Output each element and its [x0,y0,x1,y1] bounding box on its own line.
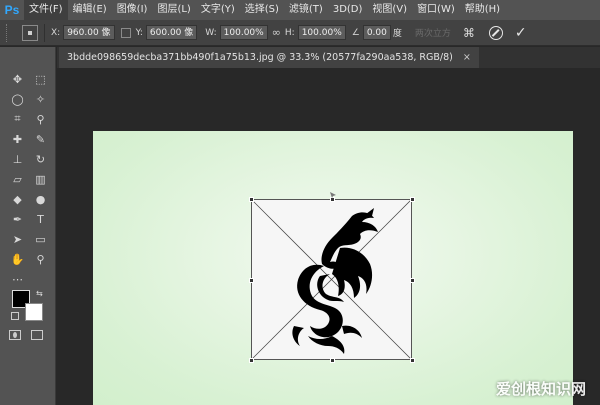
warp-icon[interactable]: ⌘ [463,26,475,40]
x-label: X: [51,27,61,38]
menu-edit[interactable]: 编辑(E) [68,0,112,20]
dragon-image [292,208,378,354]
menu-type[interactable]: 文字(Y) [196,0,240,20]
transform-handle-bottom-left[interactable] [249,358,254,363]
menu-image[interactable]: 图像(I) [112,0,153,20]
menu-select[interactable]: 选择(S) [240,0,284,20]
relative-position-icon[interactable] [120,27,131,38]
more-tools-icon[interactable]: ⋯ [6,271,29,287]
interpolation-select[interactable]: 两次立方 [415,26,451,39]
w-label: W: [205,27,217,38]
cancel-transform-icon[interactable] [488,25,503,40]
mouse-cursor-icon [330,192,336,198]
photoshop-logo: Ps [4,3,20,17]
dodge-tool-icon[interactable]: ● [29,191,52,207]
height-field[interactable]: 100.00% [297,25,346,40]
transform-handle-bottom-right[interactable] [410,358,415,363]
gradient-tool-icon[interactable]: ▥ [29,171,52,187]
angle-unit: 度 [392,29,402,39]
document-tab[interactable]: 3bdde098659decba371bb490f1a75b13.jpg @ 3… [59,47,479,68]
magic-wand-tool-icon[interactable]: ✧ [29,91,52,107]
marquee-tool-icon[interactable]: ⬚ [29,71,52,87]
menu-file[interactable]: 文件(F) [24,0,68,20]
default-colors-icon[interactable] [11,312,19,320]
y-position-field[interactable]: 600.00 像 [145,25,198,40]
link-icon[interactable]: ∞ [272,26,281,39]
close-tab-icon[interactable]: × [463,47,471,68]
menu-view[interactable]: 视图(V) [367,0,412,20]
history-brush-tool-icon[interactable]: ↻ [29,151,52,167]
angle-field[interactable]: 0.00 [362,25,391,40]
photoshop-window: Ps 文件(F) 编辑(E) 图像(I) 图层(L) 文字(Y) 选择(S) 滤… [0,0,600,405]
x-position-field[interactable]: 960.00 像 [63,25,115,40]
rectangle-tool-icon[interactable]: ▭ [29,231,52,247]
options-bar: X: 960.00 像 Y: 600.00 像 W: 100.00% ∞ H: … [0,20,600,46]
menu-layer[interactable]: 图层(L) [152,0,195,20]
h-label: H: [284,27,295,38]
screen-mode-icon[interactable] [31,330,43,340]
transform-handle-right[interactable] [410,278,415,283]
clone-stamp-tool-icon[interactable]: ⊥ [6,151,29,167]
width-field[interactable]: 100.00% [219,25,268,40]
options-grip[interactable] [6,23,14,42]
eyedropper-tool-icon[interactable]: ⚲ [29,111,52,127]
angle-icon: ∠ [351,27,360,38]
swap-colors-icon[interactable]: ⇆ [36,289,43,298]
options-divider [44,23,45,42]
quick-mask-icon[interactable] [9,330,21,340]
blur-tool-icon[interactable]: ◆ [6,191,29,207]
background-color-swatch[interactable] [25,303,43,321]
type-tool-icon[interactable]: T [29,211,52,227]
menu-filter[interactable]: 滤镜(T) [284,0,328,20]
canvas-area[interactable] [57,68,600,405]
menu-3d[interactable]: 3D(D) [328,0,368,20]
y-label: Y: [135,27,143,38]
zoom-tool-icon[interactable]: ⚲ [29,251,52,267]
path-selection-tool-icon[interactable]: ➤ [6,231,29,247]
reference-point-icon[interactable] [22,24,38,41]
move-tool-icon[interactable]: ✥ [6,71,29,87]
commit-transform-icon[interactable]: ✓ [515,25,527,41]
pen-tool-icon[interactable]: ✒ [6,211,29,227]
watermark-text: 爱创根知识网 [496,380,587,398]
lasso-tool-icon[interactable]: ◯ [6,91,29,107]
transform-handle-left[interactable] [249,278,254,283]
menu-window[interactable]: 窗口(W) [412,0,460,20]
hand-tool-icon[interactable]: ✋ [6,251,29,267]
free-transform-box[interactable] [249,197,415,363]
menu-bar: Ps 文件(F) 编辑(E) 图像(I) 图层(L) 文字(Y) 选择(S) 滤… [0,0,600,20]
transform-handle-bottom[interactable] [330,358,335,363]
tools-panel: ✥ ⬚ ◯ ✧ ⌗ ⚲ ✚ ✎ ⊥ ↻ ▱ ▥ ◆ ● ✒ T ➤ ▭ ✋ ⚲ ⋯ ⇆ [0,47,56,405]
eraser-tool-icon[interactable]: ▱ [6,171,29,187]
crop-tool-icon[interactable]: ⌗ [6,111,29,127]
tool-grid: ✥ ⬚ ◯ ✧ ⌗ ⚲ ✚ ✎ ⊥ ↻ ▱ ▥ ◆ ● ✒ T ➤ ▭ ✋ ⚲ ⋯ [6,71,52,287]
document-tab-title: 3bdde098659decba371bb490f1a75b13.jpg @ 3… [67,52,453,63]
menu-help[interactable]: 帮助(H) [460,0,505,20]
transform-handle-top-right[interactable] [410,197,415,202]
document-canvas[interactable] [93,131,573,405]
healing-brush-tool-icon[interactable]: ✚ [6,131,29,147]
brush-tool-icon[interactable]: ✎ [29,131,52,147]
document-tab-bar: 3bdde098659decba371bb490f1a75b13.jpg @ 3… [57,47,600,68]
transform-handle-top-left[interactable] [249,197,254,202]
